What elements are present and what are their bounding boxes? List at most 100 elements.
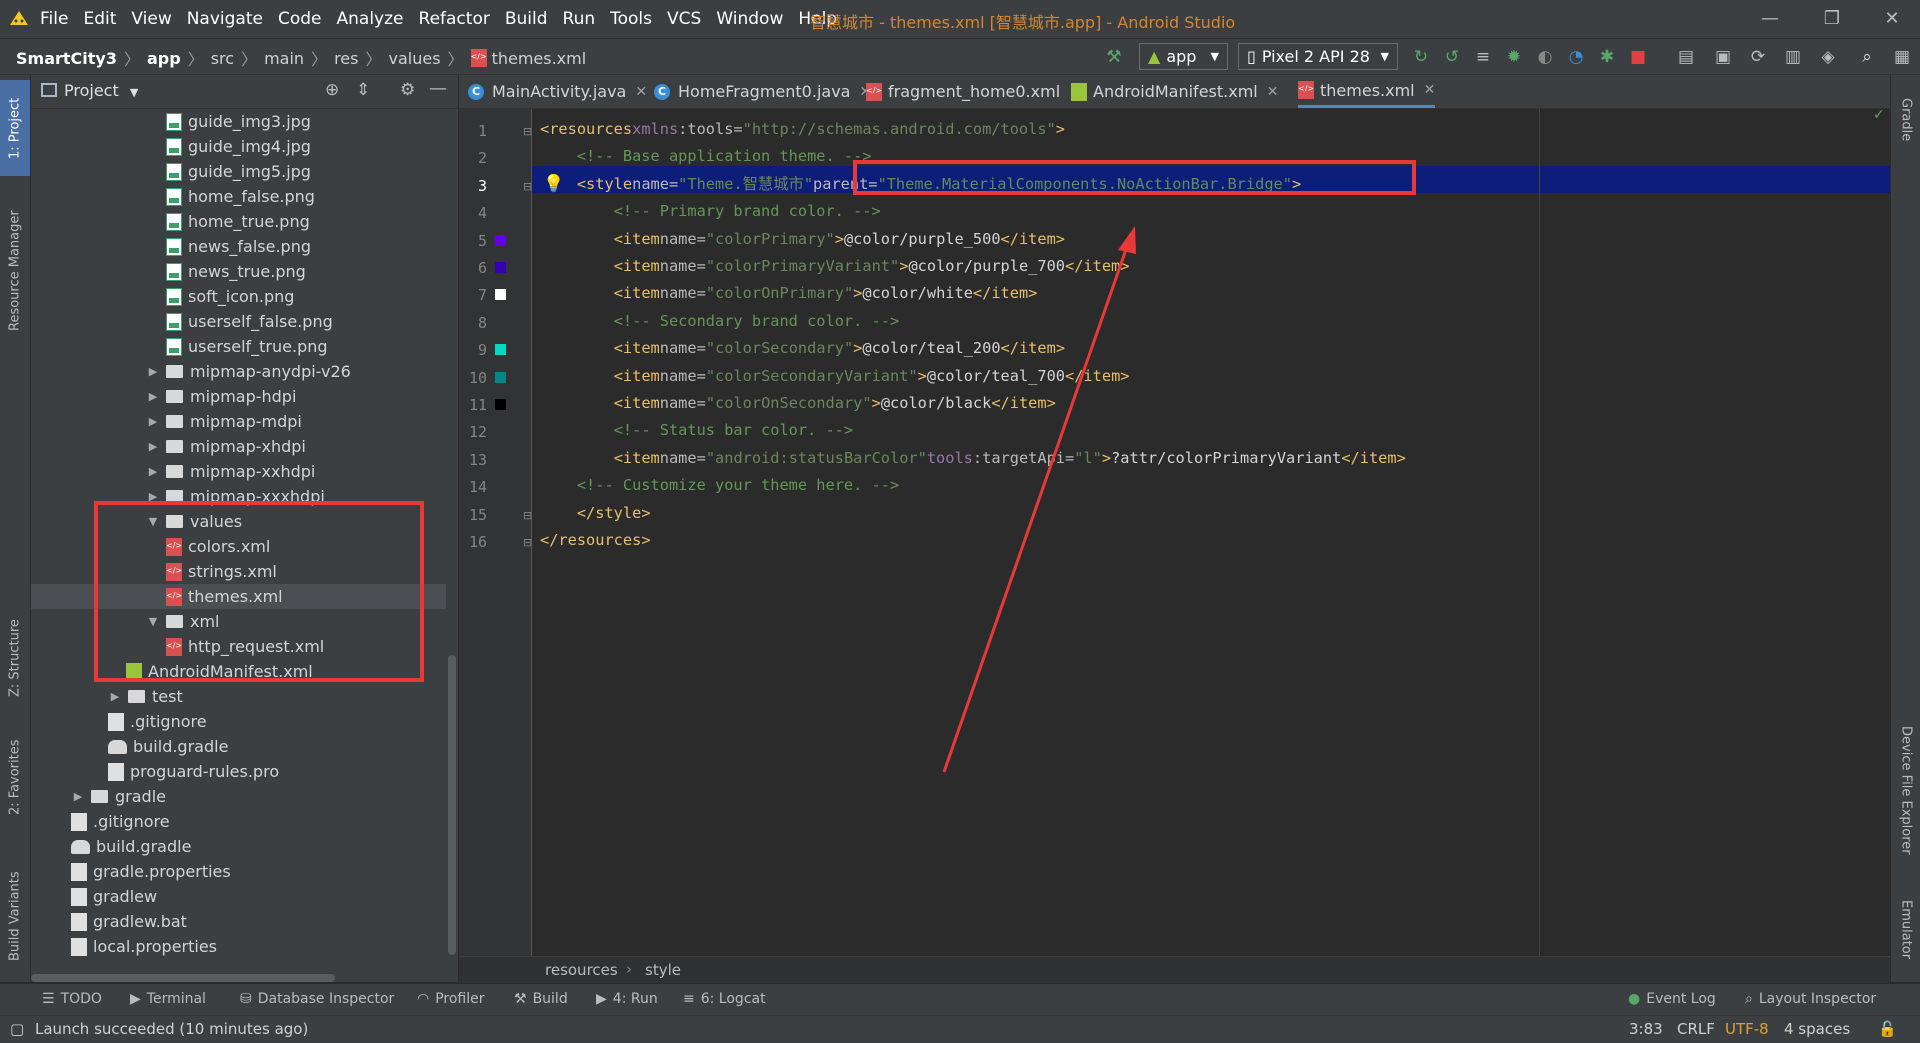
menu-code[interactable]: Code: [278, 9, 322, 29]
chevron-right-icon[interactable]: ▶: [108, 690, 122, 703]
code-line[interactable]: <!-- Customize your theme here. -->: [540, 472, 899, 499]
tool-tab-logcat[interactable]: ≡ 6: Logcat: [683, 991, 766, 1007]
caret-position[interactable]: 3:83: [1629, 1020, 1663, 1038]
tree-item[interactable]: guide_img5.jpg: [31, 159, 446, 184]
tool-tab-run[interactable]: ▶ 4: Run: [596, 991, 658, 1007]
tool-tab-event-log[interactable]: ● Event Log: [1628, 991, 1716, 1007]
breadcrumb-style[interactable]: style: [645, 961, 681, 979]
debug-icon[interactable]: ✹: [1503, 46, 1525, 68]
tool-tab-build[interactable]: ⚒ Build: [514, 991, 568, 1007]
menu-tools[interactable]: Tools: [610, 9, 652, 29]
color-swatch-icon[interactable]: [495, 371, 506, 383]
menu-analyze[interactable]: Analyze: [337, 9, 404, 29]
tool-tab-database-inspector[interactable]: ⛁ Database Inspector: [240, 991, 394, 1007]
code-line[interactable]: <!-- Status bar color. -->: [540, 417, 853, 444]
lightbulb-icon[interactable]: 💡: [543, 174, 564, 194]
tab-homefragment0-java[interactable]: CHomeFragment0.java✕: [654, 75, 871, 108]
tree-horizontal-scrollbar[interactable]: [31, 974, 335, 982]
indent-setting[interactable]: 4 spaces: [1784, 1020, 1850, 1038]
run-tests-icon[interactable]: ≡: [1472, 46, 1494, 68]
inspection-ok-icon[interactable]: ✓: [1873, 107, 1885, 123]
tree-item[interactable]: ▶ mipmap-xxhdpi: [31, 459, 446, 484]
sync-gradle-icon[interactable]: ⟳: [1747, 46, 1769, 68]
tab-mainactivity-java[interactable]: C MainActivity.java ✕: [468, 75, 647, 108]
tab-themes-xml[interactable]: themes.xml ✕: [1298, 75, 1436, 108]
attach-debugger-icon[interactable]: ✱: [1596, 46, 1618, 68]
fold-icon[interactable]: ⊟: [523, 509, 532, 522]
coverage-icon[interactable]: ◐: [1534, 46, 1556, 68]
color-swatch-icon[interactable]: [495, 344, 506, 356]
tree-item[interactable]: userself_true.png: [31, 334, 446, 359]
close-tab-icon[interactable]: ✕: [635, 84, 647, 100]
menu-build[interactable]: Build: [505, 9, 548, 29]
tree-item[interactable]: home_true.png: [31, 209, 446, 234]
tool-tab-emulator[interactable]: Emulator: [1891, 885, 1920, 975]
tool-tab-favorites[interactable]: 2: Favorites: [0, 730, 30, 825]
chevron-right-icon[interactable]: ▶: [146, 415, 160, 428]
menu-run[interactable]: Run: [563, 9, 596, 29]
close-tab-icon[interactable]: ✕: [1267, 84, 1279, 100]
device-select[interactable]: ▯ Pixel 2 API 28 ▼: [1238, 43, 1398, 70]
readonly-lock-icon[interactable]: 🔓: [1878, 1020, 1897, 1038]
tree-item[interactable]: proguard-rules.pro: [31, 759, 446, 784]
apply-changes-icon[interactable]: ↻: [1410, 46, 1432, 68]
breadcrumb-item[interactable]: res: [334, 49, 358, 68]
menu-vcs[interactable]: VCS: [667, 9, 701, 29]
stop-icon[interactable]: ■: [1627, 46, 1649, 68]
color-swatch-icon[interactable]: [495, 289, 506, 301]
color-swatch-icon[interactable]: [495, 234, 506, 246]
code-line[interactable]: </style>: [540, 500, 651, 527]
apply-code-changes-icon[interactable]: ↺: [1441, 46, 1463, 68]
tree-item[interactable]: gradlew.bat: [31, 909, 446, 934]
status-message[interactable]: Launch succeeded (10 minutes ago): [35, 1020, 308, 1038]
menu-navigate[interactable]: Navigate: [187, 9, 263, 29]
tree-item[interactable]: ▶ test: [31, 684, 446, 709]
fold-icon[interactable]: ⊟: [523, 180, 532, 193]
color-swatch-icon[interactable]: [495, 262, 506, 273]
tool-tab-profiler[interactable]: ◠ Profiler: [417, 991, 485, 1007]
chevron-right-icon[interactable]: ▶: [146, 365, 160, 378]
locate-file-icon[interactable]: ⊕: [325, 80, 339, 100]
sdk-manager-icon[interactable]: ▥: [1782, 46, 1804, 68]
avd-manager-icon[interactable]: ▣: [1712, 46, 1734, 68]
tree-item[interactable]: gradlew: [31, 884, 446, 909]
breadcrumb-resources[interactable]: resources: [545, 961, 618, 979]
tool-tab-device-file-explorer[interactable]: Device File Explorer: [1891, 705, 1920, 875]
tool-tab-terminal[interactable]: ▶ Terminal: [130, 991, 206, 1007]
tree-item[interactable]: ▶ gradle: [31, 784, 446, 809]
tab-androidmanifest-xml[interactable]: AndroidManifest.xml ✕: [1071, 75, 1278, 108]
breadcrumb-item[interactable]: main: [264, 49, 304, 68]
hammer-icon[interactable]: ⚒: [1103, 46, 1125, 68]
project-view-select[interactable]: Project ▼: [64, 81, 138, 100]
breadcrumb-item[interactable]: app: [147, 49, 181, 68]
tree-vertical-scrollbar[interactable]: [448, 655, 456, 955]
run-config-select[interactable]: ▲ app ▼: [1139, 43, 1228, 70]
menu-view[interactable]: View: [131, 9, 171, 29]
tool-tab-build-variants[interactable]: Build Variants: [0, 857, 30, 975]
close-icon[interactable]: ✕: [1872, 6, 1912, 32]
tree-item[interactable]: build.gradle: [31, 734, 446, 759]
tree-item[interactable]: ▶ mipmap-xhdpi: [31, 434, 446, 459]
menu-edit[interactable]: Edit: [83, 9, 116, 29]
tree-item[interactable]: guide_img3.jpg: [31, 109, 446, 134]
code-line[interactable]: </resources>: [540, 527, 651, 554]
tool-tab-resource-manager[interactable]: Resource Manager: [0, 203, 30, 338]
tool-tab-layout-inspector[interactable]: ⌕ Layout Inspector: [1745, 991, 1876, 1007]
tree-item[interactable]: build.gradle: [31, 834, 446, 859]
profile-icon[interactable]: ◔: [1565, 46, 1587, 68]
fold-icon[interactable]: ⊟: [523, 536, 532, 549]
tree-item[interactable]: home_false.png: [31, 184, 446, 209]
tab-fragment-home0-xml[interactable]: fragment_home0.xml✕: [866, 75, 1081, 108]
code-line[interactable]: <resourcesxmlns:tools="http://schemas.an…: [540, 116, 1065, 143]
collapse-all-icon[interactable]: ⇕: [356, 80, 370, 100]
file-encoding[interactable]: UTF-8: [1725, 1020, 1769, 1038]
status-panel-icon[interactable]: ▢: [10, 1020, 24, 1038]
tool-tab-todo[interactable]: ☰ TODO: [42, 991, 102, 1007]
layout-inspector-icon[interactable]: ◈: [1817, 46, 1839, 68]
menu-file[interactable]: File: [40, 9, 68, 29]
fold-icon[interactable]: ⊟: [523, 125, 532, 138]
tree-item[interactable]: ▶ mipmap-hdpi: [31, 384, 446, 409]
tree-item[interactable]: ▶ mipmap-mdpi: [31, 409, 446, 434]
project-structure-icon[interactable]: ▤: [1675, 46, 1697, 68]
tree-item[interactable]: userself_false.png: [31, 309, 446, 334]
